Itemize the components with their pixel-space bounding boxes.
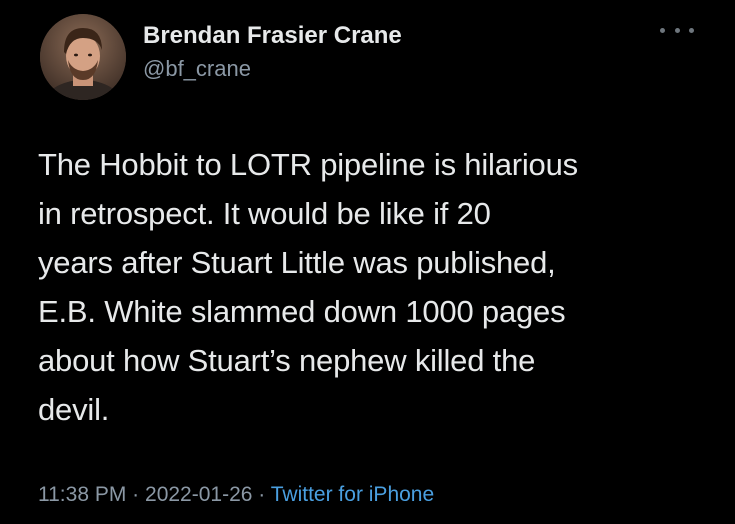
tweet-text-line: in retrospect. It would be like if 20 bbox=[38, 196, 491, 231]
more-horizontal-icon-dot-2 bbox=[674, 27, 680, 33]
more-horizontal-icon-dot-3 bbox=[689, 27, 694, 33]
user-handle[interactable]: @bf_crane bbox=[143, 56, 251, 82]
more-horizontal-icon bbox=[660, 27, 665, 33]
tweet-text-line: devil. bbox=[38, 392, 110, 427]
tweet-text-line: about how Stuart’s nephew killed the bbox=[38, 343, 536, 378]
tweet-source-link[interactable]: Twitter for iPhone bbox=[271, 483, 434, 506]
display-name[interactable]: Brendan Frasier Crane bbox=[143, 22, 402, 50]
avatar[interactable] bbox=[40, 14, 126, 100]
tweet-text: The Hobbit to LOTR pipeline is hilarious… bbox=[38, 140, 718, 434]
more-options-button[interactable] bbox=[660, 20, 694, 40]
meta-separator-2: · bbox=[258, 483, 266, 506]
tweet-card: Brendan Frasier Crane @bf_crane The Hobb… bbox=[0, 0, 735, 524]
tweet-text-line: The Hobbit to LOTR pipeline is hilarious bbox=[38, 147, 578, 182]
tweet-text-line: years after Stuart Little was published, bbox=[38, 245, 556, 280]
meta-separator: · bbox=[132, 483, 140, 506]
tweet-text-line: E.B. White slammed down 1000 pages bbox=[38, 294, 566, 329]
tweet-meta: 11:38 PM · 2022-01-26 · Twitter for iPho… bbox=[38, 483, 434, 507]
tweet-date[interactable]: 2022-01-26 bbox=[145, 483, 252, 506]
tweet-time[interactable]: 11:38 PM bbox=[38, 483, 126, 506]
profile-photo-icon bbox=[40, 14, 126, 100]
